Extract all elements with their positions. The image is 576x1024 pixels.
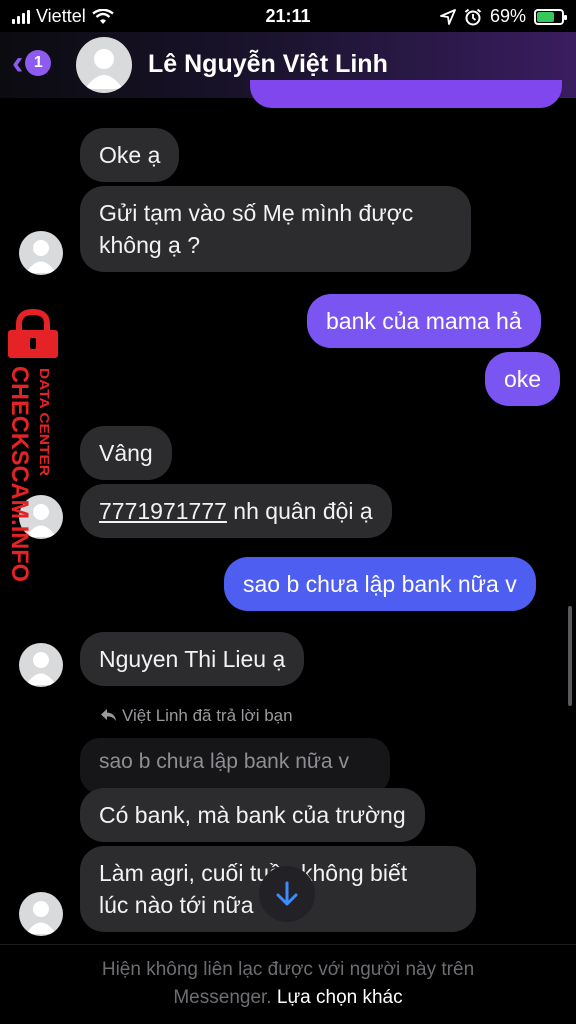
phone-number-link[interactable]: 7771971777 (99, 498, 227, 524)
reply-note: Việt Linh đã trả lời bạn (100, 706, 293, 726)
incoming-message[interactable]: Có bank, mà bank của trường (80, 788, 425, 842)
message-line: không ạ ? (99, 232, 201, 258)
outgoing-message[interactable]: sao b chưa lập bank nữa v (224, 557, 536, 611)
sender-avatar (19, 231, 63, 275)
contact-avatar[interactable] (76, 37, 132, 93)
footer-text-end: Messenger. (173, 987, 272, 1008)
incoming-message[interactable]: Vâng (80, 426, 172, 480)
checkscam-watermark: CHECKSCAM.INFO DATA CENTER (6, 308, 58, 582)
location-icon (440, 8, 456, 25)
reply-icon (101, 709, 116, 721)
alarm-icon (464, 8, 482, 25)
quoted-message[interactable]: sao b chưa lập bank nữa v (80, 738, 390, 794)
contact-name[interactable]: Lê Nguyễn Việt Linh (148, 50, 388, 79)
incoming-message[interactable]: Nguyen Thi Lieu ạ (80, 632, 305, 686)
sender-avatar (19, 892, 63, 936)
back-chevron-icon: ‹ (12, 44, 24, 82)
lock-icon (8, 308, 58, 358)
back-button[interactable]: ‹ 1 (12, 44, 52, 82)
other-options-link[interactable]: Lựa chọn khác (277, 987, 403, 1008)
previous-outgoing-bubble (250, 80, 562, 108)
battery-icon (534, 8, 567, 25)
incoming-message[interactable]: Oke ạ (80, 128, 180, 182)
footer-text-2: Messenger. Lựa chọn khác (0, 987, 576, 1009)
scroll-to-bottom-button[interactable] (259, 866, 315, 922)
status-right: 69% (440, 6, 567, 27)
sender-avatar (19, 643, 63, 687)
scrollbar[interactable] (568, 606, 572, 706)
footer-notice: Hiện không liên lạc được với người này t… (0, 944, 576, 1024)
reply-note-text: Việt Linh đã trả lời bạn (122, 706, 293, 725)
outgoing-message[interactable]: oke (485, 352, 561, 406)
battery-percent: 69% (489, 6, 526, 26)
unread-badge: 1 (25, 50, 52, 76)
outgoing-message[interactable]: bank của mama hả (307, 294, 541, 348)
incoming-message[interactable]: 7771971777 nh quân đội ạ (80, 484, 392, 538)
incoming-message[interactable]: Gửi tạm vào số Mẹ mình được không ạ ? (80, 186, 471, 272)
message-text: nh quân đội ạ (226, 498, 373, 524)
watermark-large-text: CHECKSCAM.INFO (6, 366, 33, 582)
scroll-down-arrow-icon (276, 881, 298, 906)
status-bar: Viettel 21:11 69% (0, 0, 576, 32)
message-line: Gửi tạm vào số Mẹ mình được (99, 200, 414, 226)
footer-text: Hiện không liên lạc được với người này t… (101, 959, 475, 980)
watermark-small-text: DATA CENTER (37, 368, 52, 477)
